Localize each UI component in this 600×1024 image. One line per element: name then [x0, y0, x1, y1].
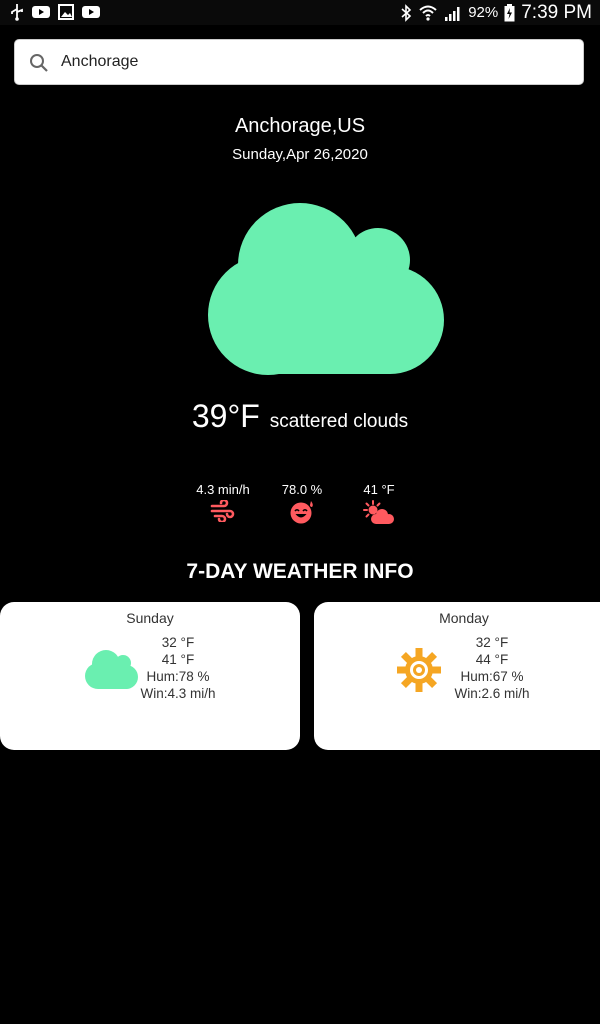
forecast-details: 32 °F 44 °F Hum:67 % Win:2.6 mi/h	[437, 634, 547, 702]
forecast-wind: Win:2.6 mi/h	[454, 686, 530, 701]
humidity-face-icon	[290, 501, 313, 524]
wind-value: 4.3 min/h	[196, 482, 250, 497]
status-bar-right: 92% 7:39 PM	[400, 0, 592, 25]
forecast-day: Monday	[439, 610, 489, 626]
current-temperature: 39°F	[191, 398, 260, 434]
forecast-max-temp: 41 °F	[161, 652, 195, 667]
signal-icon	[445, 6, 460, 21]
forecast-card[interactable]: Monday 32 °F 44 °F Hum:67 % Win:2.6 mi/h	[314, 602, 600, 750]
section-title: 7-DAY WEATHER INFO	[186, 560, 414, 583]
search-icon[interactable]	[29, 53, 49, 73]
forecast-max-temp: 44 °F	[475, 652, 509, 667]
status-bar: 92% 7:39 PM	[0, 0, 600, 25]
status-bar-time: 7:39 PM	[521, 1, 592, 23]
search-bar[interactable]	[14, 39, 584, 85]
battery-percentage: 92%	[468, 4, 499, 21]
forecast-humidity: Hum:67 %	[460, 669, 524, 684]
bluetooth-icon	[401, 3, 412, 22]
image-icon	[58, 4, 74, 20]
search-input[interactable]	[61, 40, 561, 84]
sun-icon	[397, 648, 441, 692]
feels-like-value: 41 °F	[363, 482, 395, 497]
forecast-card[interactable]: Sunday 32 °F 41 °F Hum:78 % Win:4.3 mi/h	[0, 602, 300, 750]
weather-description: scattered clouds	[269, 411, 409, 432]
feels-like-stat: 41 °F	[339, 482, 419, 526]
cloud-icon	[208, 203, 444, 375]
forecast-wind: Win:4.3 mi/h	[140, 686, 216, 701]
humidity-stat: 78.0 %	[262, 482, 342, 524]
forecast-day: Sunday	[126, 610, 174, 626]
current-conditions: 39°F scattered clouds	[0, 398, 600, 435]
wifi-icon	[419, 5, 437, 21]
youtube-icon	[32, 6, 50, 18]
forecast-min-temp: 32 °F	[475, 635, 509, 650]
forecast-humidity: Hum:78 %	[146, 669, 210, 684]
humidity-value: 78.0 %	[281, 482, 323, 497]
city-name: Anchorage,US	[234, 115, 366, 137]
status-bar-left	[10, 3, 100, 21]
battery-charging-icon	[504, 3, 515, 21]
forecast-min-temp: 32 °F	[161, 635, 195, 650]
youtube-icon	[82, 6, 100, 18]
forecast-details: 32 °F 41 °F Hum:78 % Win:4.3 mi/h	[123, 634, 233, 702]
wind-stat: 4.3 min/h	[183, 482, 263, 522]
current-date: Sunday,Apr 26,2020	[232, 146, 368, 163]
usb-icon	[11, 4, 23, 21]
wind-icon	[210, 500, 235, 522]
sun-cloud-icon	[363, 500, 394, 524]
